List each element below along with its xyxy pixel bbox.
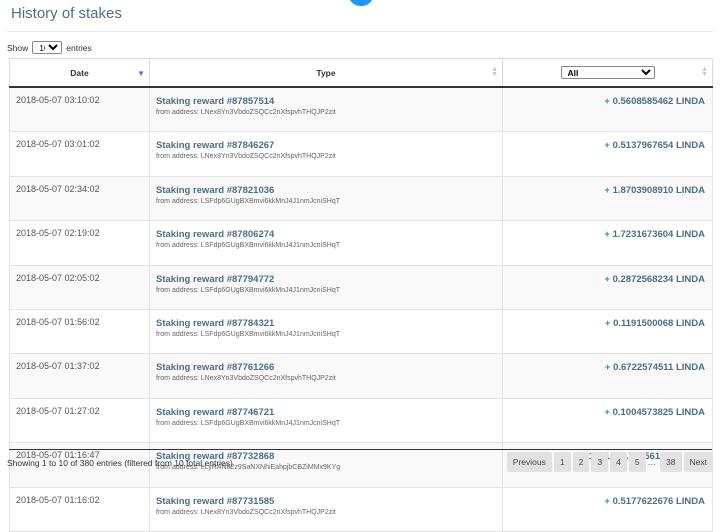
row-type: Staking reward #87794772 from address: LS… — [149, 264, 503, 310]
page-title: History of stakes — [11, 5, 122, 22]
row-type: Staking reward #87857514 from address: LN… — [149, 86, 503, 133]
table-info: Showing 1 to 10 of 380 entries (filtered… — [7, 458, 233, 468]
positive-sign: + — [604, 184, 610, 196]
positive-sign: + — [604, 140, 610, 152]
pagination-page-last[interactable]: 38 — [660, 452, 682, 472]
row-date: 2018-05-07 03:01:02 — [9, 131, 150, 177]
amount-filter-select[interactable]: All — [560, 66, 655, 79]
row-amount: + 0.1191500068 LINDA — [502, 308, 713, 355]
table-row: 2018-05-07 01:16:02 Staking reward #87731… — [9, 486, 713, 532]
row-date: 2018-05-07 01:37:02 — [9, 353, 150, 399]
column-header-date-label: Date — [70, 67, 89, 78]
table-row: 2018-05-07 02:05:02 Staking reward #87794… — [9, 264, 713, 310]
row-date: 2018-05-07 02:05:02 — [9, 264, 150, 310]
reward-from-address: from address: LNex8Yn3VbdoZSQCc2nXfspvhT… — [156, 153, 336, 161]
pagination-page-2[interactable]: 2 — [572, 452, 590, 472]
positive-sign: + — [604, 495, 610, 507]
pagination-previous-button[interactable]: Previous — [506, 452, 552, 472]
pagination-ellipsis: … — [647, 457, 657, 467]
pagination-page-4[interactable]: 4 — [610, 452, 627, 472]
sort-desc-icon: ▼ — [137, 69, 145, 78]
table-row: 2018-05-07 03:01:02 Staking reward #87846… — [9, 131, 713, 177]
table-row: 2018-05-07 01:27:02 Staking reward #87746… — [9, 397, 713, 444]
column-header-date[interactable]: Date ▼ — [9, 58, 150, 88]
row-type: Staking reward #87746721 from address: LS… — [149, 397, 503, 444]
column-header-type[interactable]: Type ▲ ▼ — [149, 58, 503, 88]
row-amount: + 0.5137967654 LINDA — [502, 131, 713, 177]
positive-sign: + — [604, 229, 610, 241]
entries-label: entries — [66, 42, 92, 53]
table-row: 2018-05-07 01:37:02 Staking reward #87761… — [9, 353, 713, 399]
table-row: 2018-05-07 02:19:02 Staking reward #87806… — [9, 220, 713, 266]
row-date: 2018-05-07 01:56:02 — [9, 308, 150, 355]
pagination-page-3[interactable]: 3 — [591, 452, 609, 472]
row-amount: + 1.8703908910 LINDA — [502, 175, 713, 222]
top-indicator-circle — [349, 0, 373, 6]
reward-from-address: from address: LSFdp6GUgBXBmvi6kkMnJ4J1nm… — [156, 419, 341, 427]
table-bottom-rule — [9, 449, 712, 450]
row-type: Staking reward #87846267 from address: LN… — [149, 131, 503, 177]
reward-title-link[interactable]: Staking reward #87857514 — [156, 96, 502, 108]
positive-sign: + — [604, 96, 610, 107]
reward-title-link[interactable]: Staking reward #87821036 — [156, 185, 502, 197]
reward-title-link[interactable]: Staking reward #87731585 — [156, 496, 502, 508]
reward-title-link[interactable]: Staking reward #87846267 — [156, 140, 502, 152]
row-amount: + 0.5608585462 LINDA — [502, 86, 713, 133]
table-row: 2018-05-07 02:34:02 Staking reward #87821… — [9, 175, 713, 222]
pagination: Previous 1 2 3 4 5 … 38 Next — [505, 452, 713, 472]
row-type: Staking reward #87731585 from address: LN… — [149, 486, 503, 532]
row-amount: + 0.1004573825 LINDA — [502, 397, 713, 444]
pagination-page-5[interactable]: 5 — [628, 452, 646, 472]
row-type: Staking reward #87761266 from address: LN… — [149, 353, 503, 399]
reward-from-address: from address: LNex8Yn3VbdoZSQCc2nXfspvhT… — [156, 109, 336, 116]
reward-from-address: from address: LSFdp6GUgBXBmvi6kkMnJ4J1nm… — [156, 197, 341, 205]
reward-title-link[interactable]: Staking reward #87746721 — [156, 407, 502, 419]
row-amount: + 1.7231673604 LINDA — [502, 220, 713, 266]
positive-sign: + — [604, 317, 611, 329]
reward-title-link[interactable]: Staking reward #87794772 — [156, 274, 502, 286]
row-type: Staking reward #87821036 from address: LS… — [149, 175, 503, 222]
row-date: 2018-05-07 01:27:02 — [9, 397, 150, 444]
positive-sign: + — [604, 273, 610, 285]
table-row: 2018-05-07 03:10:02 Staking reward #87857… — [9, 86, 713, 133]
row-type: Staking reward #87806274 from address: LS… — [149, 220, 503, 266]
row-amount: + 0.2872568234 LINDA — [502, 264, 713, 310]
row-date: 2018-05-07 03:10:02 — [9, 86, 150, 133]
pagination-page-1[interactable]: 1 — [553, 452, 571, 472]
positive-sign: + — [604, 362, 611, 374]
entries-per-page-select[interactable]: 10 — [32, 41, 63, 54]
positive-sign: + — [604, 406, 610, 418]
reward-from-address: from address: LSFdp6GUgBXBmvi6kkMnJ4J1nm… — [156, 286, 341, 294]
reward-title-link[interactable]: Staking reward #87761266 — [156, 362, 502, 374]
row-type: Staking reward #87784321 from address: LS… — [149, 308, 503, 355]
reward-from-address: from address: LNex8Yn3VbdoZSQCc2nXfspvhT… — [156, 508, 336, 516]
sort-both-icon: ▲ ▼ — [701, 66, 708, 78]
table-header-row: Date ▼ Type ▲ ▼ All ▲ ▼ — [9, 58, 713, 88]
row-date: 2018-05-07 02:19:02 — [9, 220, 150, 266]
column-header-type-label: Type — [316, 67, 336, 78]
pagination-next-button[interactable]: Next — [683, 452, 713, 472]
reward-from-address: from address: LSFdp6GUgBXBmvi6kkMnJ4J1nm… — [156, 242, 341, 250]
reward-title-link[interactable]: Staking reward #87784321 — [156, 318, 502, 330]
table-row: 2018-05-07 01:56:02 Staking reward #87784… — [9, 308, 713, 355]
title-divider — [7, 31, 713, 32]
reward-from-address: from address: LSFdp6GUgBXBmvi6kkMnJ4J1nm… — [156, 330, 341, 338]
reward-from-address: from address: LNex8Yn3VbdoZSQCc2nXfspvhT… — [156, 375, 336, 383]
reward-title-link[interactable]: Staking reward #87806274 — [156, 229, 502, 241]
column-header-amount[interactable]: All ▲ ▼ — [502, 58, 713, 88]
row-date: 2018-05-07 02:34:02 — [9, 175, 150, 222]
sort-both-icon: ▲ ▼ — [491, 66, 498, 78]
row-amount: + 0.6722574511 LINDA — [502, 353, 713, 399]
row-amount: + 0.5177622676 LINDA — [502, 486, 713, 532]
entries-length-control: Show 10 entries — [7, 41, 92, 54]
row-date: 2018-05-07 01:16:02 — [9, 486, 150, 532]
show-label: Show — [7, 42, 29, 53]
